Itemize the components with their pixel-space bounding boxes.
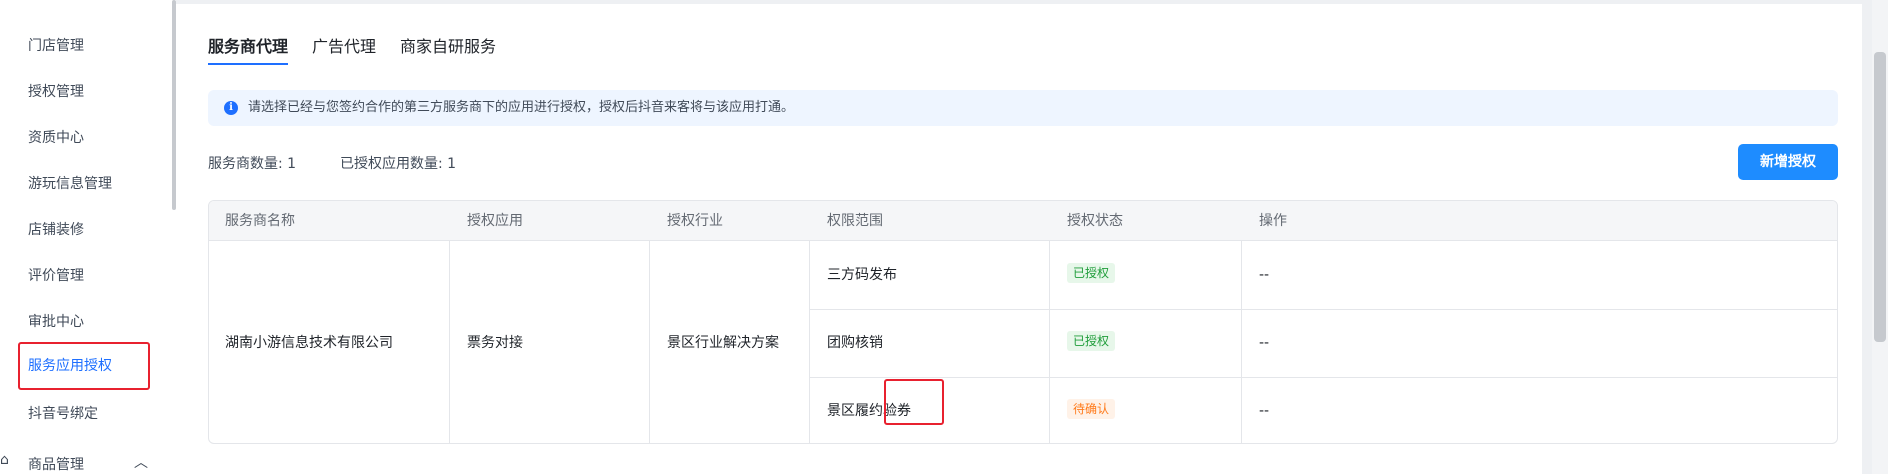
scope-cell: 团购核销 [827, 335, 883, 351]
sidebar-item-authorization-management[interactable]: 授权管理 [28, 82, 84, 102]
industry-cell: 景区行业解决方案 [667, 335, 779, 351]
shop-icon: ⌂ [0, 452, 9, 468]
page-scrollbar-thumb[interactable] [1874, 52, 1886, 342]
main-panel: 服务商代理 广告代理 商家自研服务 i 请选择已经与您签约合作的第三方服务商下的… [176, 4, 1862, 474]
column-divider [649, 241, 650, 443]
sidebar-item-approval-center[interactable]: 审批中心 [28, 312, 84, 332]
highlight-box-pending-status [884, 379, 944, 425]
column-header-scope: 权限范围 [827, 213, 883, 229]
column-header-provider: 服务商名称 [225, 213, 295, 229]
sidebar-item-review-management[interactable]: 评价管理 [28, 266, 84, 286]
column-header-industry: 授权行业 [667, 213, 723, 229]
status-badge-authorized: 已授权 [1067, 263, 1116, 283]
sidebar-group-label: 商品管理 [28, 457, 84, 473]
tab-ad-agent[interactable]: 广告代理 [312, 36, 376, 58]
tab-self-developed-service[interactable]: 商家自研服务 [400, 36, 496, 58]
action-cell: -- [1259, 335, 1270, 351]
authorization-table: 服务商名称 授权应用 授权行业 权限范围 授权状态 操作 湖南小游信息技术有限公… [208, 200, 1838, 444]
notice-banner: i 请选择已经与您签约合作的第三方服务商下的应用进行授权，授权后抖音来客将与该应… [208, 90, 1838, 126]
action-cell: -- [1259, 403, 1270, 419]
add-authorization-button[interactable]: 新增授权 [1738, 144, 1838, 180]
authorized-app-count: 已授权应用数量: 1 [340, 156, 457, 172]
active-tab-indicator [208, 63, 288, 65]
action-cell: -- [1259, 267, 1270, 283]
app-name-cell: 票务对接 [467, 335, 523, 351]
provider-count: 服务商数量: 1 [208, 156, 297, 172]
sidebar-item-store-management[interactable]: 门店管理 [28, 36, 84, 56]
column-divider [1049, 241, 1050, 443]
column-divider [809, 241, 810, 443]
column-header-status: 授权状态 [1067, 213, 1123, 229]
row-divider [809, 309, 1837, 310]
sidebar-item-store-decoration[interactable]: 店铺装修 [28, 220, 84, 240]
highlight-box-sidebar [18, 342, 150, 390]
sidebar: 门店管理 授权管理 资质中心 游玩信息管理 店铺装修 评价管理 审批中心 服务应… [0, 0, 176, 474]
chevron-up-icon: ︿ [134, 455, 148, 471]
notice-text: 请选择已经与您签约合作的第三方服务商下的应用进行授权，授权后抖音来客将与该应用打… [248, 100, 795, 115]
tab-service-provider-agent[interactable]: 服务商代理 [208, 36, 288, 58]
status-badge-pending: 待确认 [1067, 399, 1116, 419]
row-divider [809, 377, 1837, 378]
sidebar-item-douyin-binding[interactable]: 抖音号绑定 [28, 404, 98, 424]
column-header-app: 授权应用 [467, 213, 523, 229]
sidebar-group-product-management[interactable]: ⌂ 商品管理 ︿ [0, 452, 176, 474]
column-divider [449, 241, 450, 443]
column-header-action: 操作 [1259, 213, 1287, 229]
scope-cell: 三方码发布 [827, 267, 897, 283]
info-icon: i [224, 101, 238, 115]
sidebar-item-qualification-center[interactable]: 资质中心 [28, 128, 84, 148]
table-header: 服务商名称 授权应用 授权行业 权限范围 授权状态 操作 [209, 201, 1837, 241]
column-divider [1241, 241, 1242, 443]
sidebar-item-play-info[interactable]: 游玩信息管理 [28, 174, 112, 194]
status-badge-authorized: 已授权 [1067, 331, 1116, 351]
provider-name-cell: 湖南小游信息技术有限公司 [225, 335, 393, 351]
